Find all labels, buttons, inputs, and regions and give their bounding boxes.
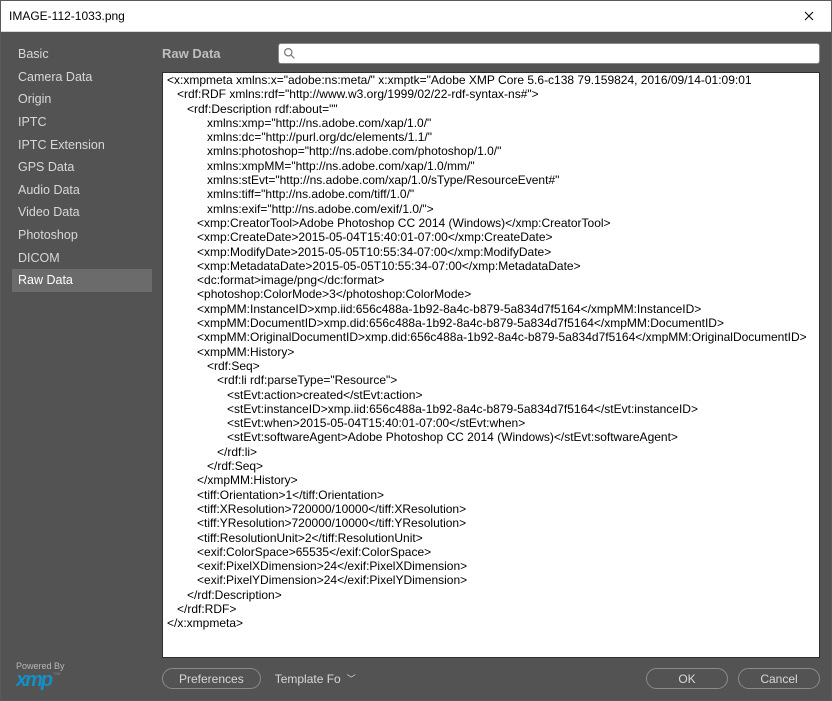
search-input[interactable] [278,43,820,64]
panel-title: Raw Data [162,46,262,61]
sidebar-item-iptc[interactable]: IPTC [12,111,152,134]
raw-data-textarea[interactable]: <x:xmpmeta xmlns:x="adobe:ns:meta/" x:xm… [162,72,820,658]
close-icon [804,11,814,21]
sidebar: BasicCamera DataOriginIPTCIPTC Extension… [12,43,152,689]
sidebar-item-photoshop[interactable]: Photoshop [12,224,152,247]
close-button[interactable] [787,1,831,31]
template-dropdown-label: Template Fo [275,672,341,686]
sidebar-item-basic[interactable]: Basic [12,43,152,66]
sidebar-item-raw-data[interactable]: Raw Data [12,269,152,292]
sidebar-item-audio-data[interactable]: Audio Data [12,179,152,202]
sidebar-item-origin[interactable]: Origin [12,88,152,111]
category-list: BasicCamera DataOriginIPTCIPTC Extension… [12,43,152,661]
sidebar-item-gps-data[interactable]: GPS Data [12,156,152,179]
main-panel: Raw Data <x:xmpmeta xmlns:x="adobe:ns:me… [162,43,820,689]
ok-button[interactable]: OK [646,668,728,689]
panel-header: Raw Data [162,43,820,64]
sidebar-item-dicom[interactable]: DICOM [12,246,152,269]
sidebar-item-iptc-extension[interactable]: IPTC Extension [12,133,152,156]
window-title: IMAGE-112-1033.png [9,9,787,23]
sidebar-item-camera-data[interactable]: Camera Data [12,66,152,89]
powered-by: Powered By xmp [12,661,152,689]
template-dropdown[interactable]: Template Fo ﹀ [271,668,360,689]
chevron-down-icon: ﹀ [347,672,356,685]
search-icon [283,47,296,60]
titlebar: IMAGE-112-1033.png [1,1,831,32]
cancel-button[interactable]: Cancel [738,668,820,689]
sidebar-item-video-data[interactable]: Video Data [12,201,152,224]
xmp-logo: xmp [16,671,152,689]
dialog-body: BasicCamera DataOriginIPTCIPTC Extension… [1,32,831,700]
dialog-window: IMAGE-112-1033.png BasicCamera DataOrigi… [0,0,832,701]
search-wrap [278,43,820,64]
footer: Preferences Template Fo ﹀ OK Cancel [162,668,820,689]
preferences-button[interactable]: Preferences [162,668,261,689]
